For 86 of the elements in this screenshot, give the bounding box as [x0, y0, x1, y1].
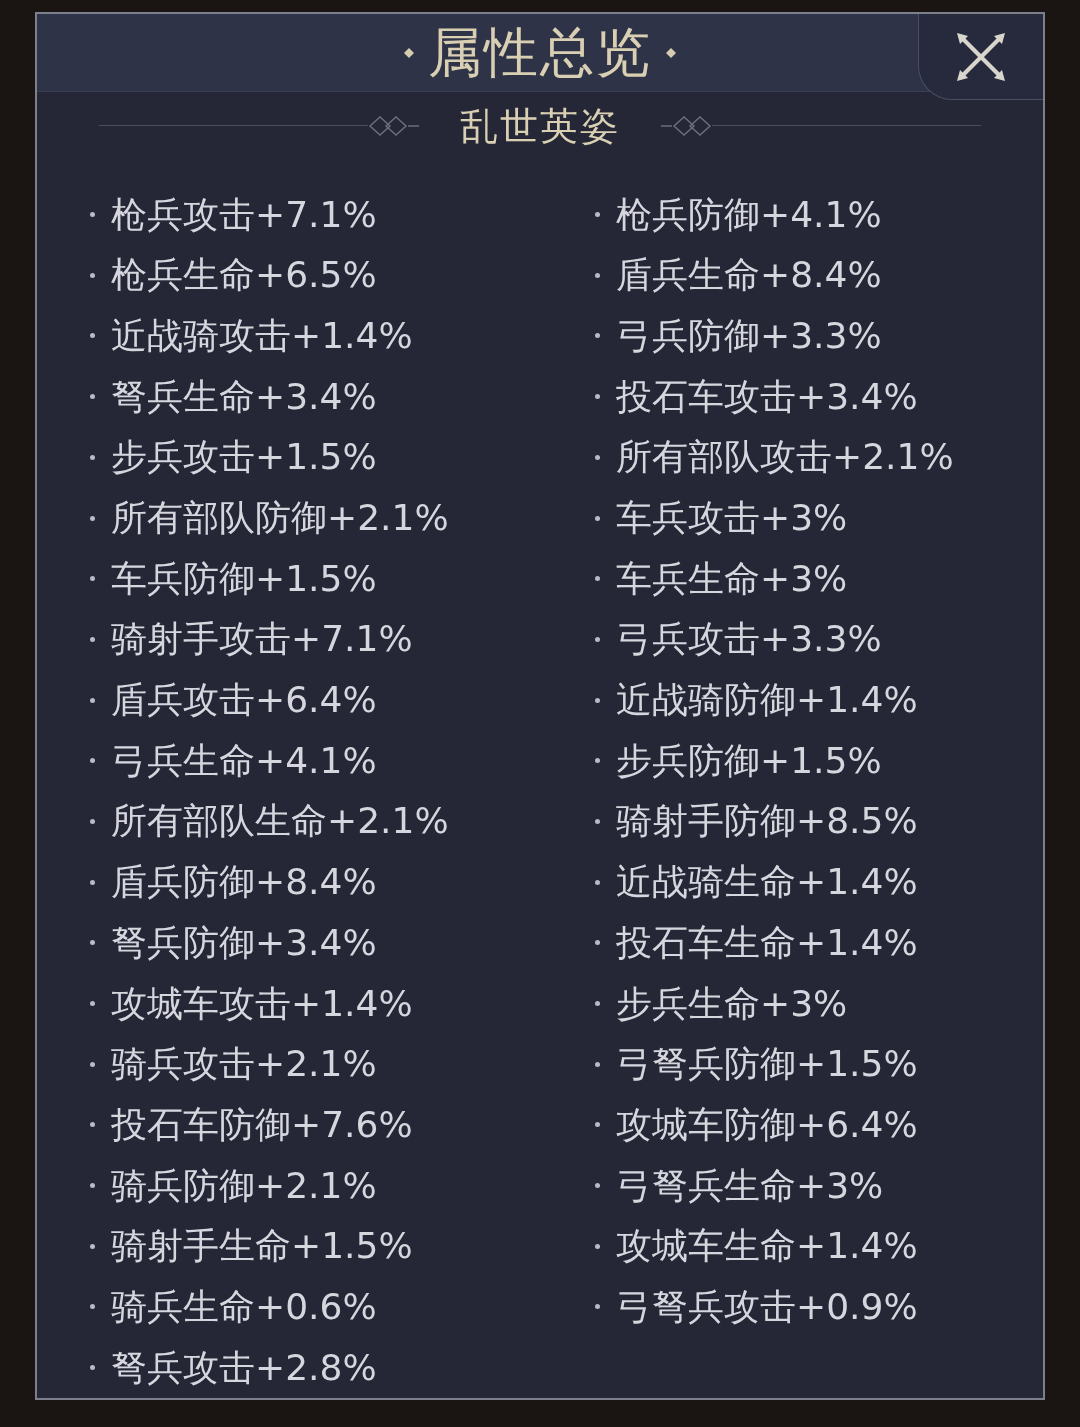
bullet-icon: [595, 212, 600, 218]
bullet-icon: [90, 636, 95, 642]
attribute-text: 弓兵攻击+3.3%: [616, 621, 882, 658]
attribute-text: 弩兵攻击+2.8%: [111, 1349, 377, 1386]
double-diamond-icon: [660, 115, 712, 136]
attribute-text: 近战骑生命+1.4%: [616, 864, 918, 901]
attribute-text: 枪兵生命+6.5%: [111, 257, 377, 294]
bullet-icon: [595, 697, 600, 703]
attribute-text: 弓兵生命+4.1%: [111, 742, 377, 779]
bullet-icon: [90, 697, 95, 703]
bullet-icon: [90, 1243, 95, 1249]
bullet-icon: [90, 212, 95, 218]
attribute-text: 车兵生命+3%: [616, 560, 848, 597]
bullet-icon: [595, 1304, 600, 1310]
bullet-icon: [595, 1061, 600, 1067]
attribute-text: 所有部队防御+2.1%: [111, 500, 449, 537]
attribute-text: 枪兵防御+4.1%: [616, 196, 882, 233]
bullet-icon: [90, 1365, 95, 1371]
bullet-icon: [90, 818, 95, 824]
bullet-icon: [595, 1001, 600, 1007]
bullet-icon: [90, 576, 95, 582]
bullet-icon: [90, 1122, 95, 1128]
attribute-text: 近战骑攻击+1.4%: [111, 317, 413, 354]
attribute-text: 骑射手防御+8.5%: [616, 803, 918, 840]
close-icon: [956, 31, 1006, 82]
attribute-text: 投石车攻击+3.4%: [616, 378, 918, 415]
bullet-icon: [595, 272, 600, 278]
attribute-text: 盾兵防御+8.4%: [111, 864, 377, 901]
attribute-text: 弩兵防御+3.4%: [111, 924, 377, 961]
attribute-text: 攻城车防御+6.4%: [616, 1106, 918, 1143]
bullet-icon: [90, 394, 95, 400]
bullet-icon: [595, 1183, 600, 1189]
diamond-icon: [404, 47, 414, 58]
attribute-text: 所有部队攻击+2.1%: [616, 439, 954, 476]
attribute-text: 弩兵生命+3.4%: [111, 378, 377, 415]
attribute-text: 骑兵攻击+2.1%: [111, 1046, 377, 1083]
attribute-text: 近战骑防御+1.4%: [616, 682, 918, 719]
bullet-icon: [90, 758, 95, 764]
bullet-icon: [90, 272, 95, 278]
attribute-text: 车兵攻击+3%: [616, 500, 848, 537]
attribute-text: 车兵防御+1.5%: [111, 560, 377, 597]
attribute-text: 步兵防御+1.5%: [616, 742, 882, 779]
bullet-icon: [90, 454, 95, 460]
attribute-text: 攻城车生命+1.4%: [616, 1228, 918, 1265]
double-diamond-icon: [368, 115, 420, 136]
attribute-text: 攻城车攻击+1.4%: [111, 985, 413, 1022]
attribute-text: 步兵生命+3%: [616, 985, 848, 1022]
attribute-text: 弓弩兵攻击+0.9%: [616, 1288, 918, 1325]
bullet-icon: [595, 576, 600, 582]
attribute-text: 步兵攻击+1.5%: [111, 439, 377, 476]
bullet-icon: [595, 940, 600, 946]
bullet-icon: [595, 879, 600, 885]
attribute-text: 骑射手攻击+7.1%: [111, 621, 413, 658]
attribute-text: 盾兵攻击+6.4%: [111, 682, 377, 719]
attribute-text: 投石车生命+1.4%: [616, 924, 918, 961]
bullet-icon: [90, 515, 95, 521]
bullet-icon: [90, 333, 95, 339]
attribute-text: 弓兵防御+3.3%: [616, 317, 882, 354]
bullet-icon: [90, 1061, 95, 1067]
bullet-icon: [595, 394, 600, 400]
bullet-icon: [595, 758, 600, 764]
bullet-icon: [595, 1243, 600, 1249]
bullet-icon: [90, 940, 95, 946]
attribute-text: 弓弩兵生命+3%: [616, 1167, 884, 1204]
attribute-text: 骑射手生命+1.5%: [111, 1228, 413, 1265]
bullet-icon: [595, 515, 600, 521]
attribute-text: 骑兵防御+2.1%: [111, 1167, 377, 1204]
attribute-text: 盾兵生命+8.4%: [616, 257, 882, 294]
bullet-icon: [595, 333, 600, 339]
bullet-icon: [90, 1183, 95, 1189]
attribute-text: 弓弩兵防御+1.5%: [616, 1046, 918, 1083]
attribute-text: 枪兵攻击+7.1%: [111, 196, 377, 233]
bullet-icon: [90, 879, 95, 885]
attribute-text: 所有部队生命+2.1%: [111, 803, 449, 840]
section-title: 乱世英姿: [460, 106, 620, 145]
attribute-text: 投石车防御+7.6%: [111, 1106, 413, 1143]
diamond-icon: [666, 47, 676, 58]
bullet-icon: [595, 818, 600, 824]
close-button[interactable]: [918, 14, 1043, 100]
attribute-text: 骑兵生命+0.6%: [111, 1288, 377, 1325]
bullet-icon: [595, 454, 600, 460]
bullet-icon: [90, 1001, 95, 1007]
bullet-icon: [595, 1122, 600, 1128]
bullet-icon: [595, 636, 600, 642]
bullet-icon: [90, 1304, 95, 1310]
dialog-title: 属性总览: [428, 25, 652, 80]
